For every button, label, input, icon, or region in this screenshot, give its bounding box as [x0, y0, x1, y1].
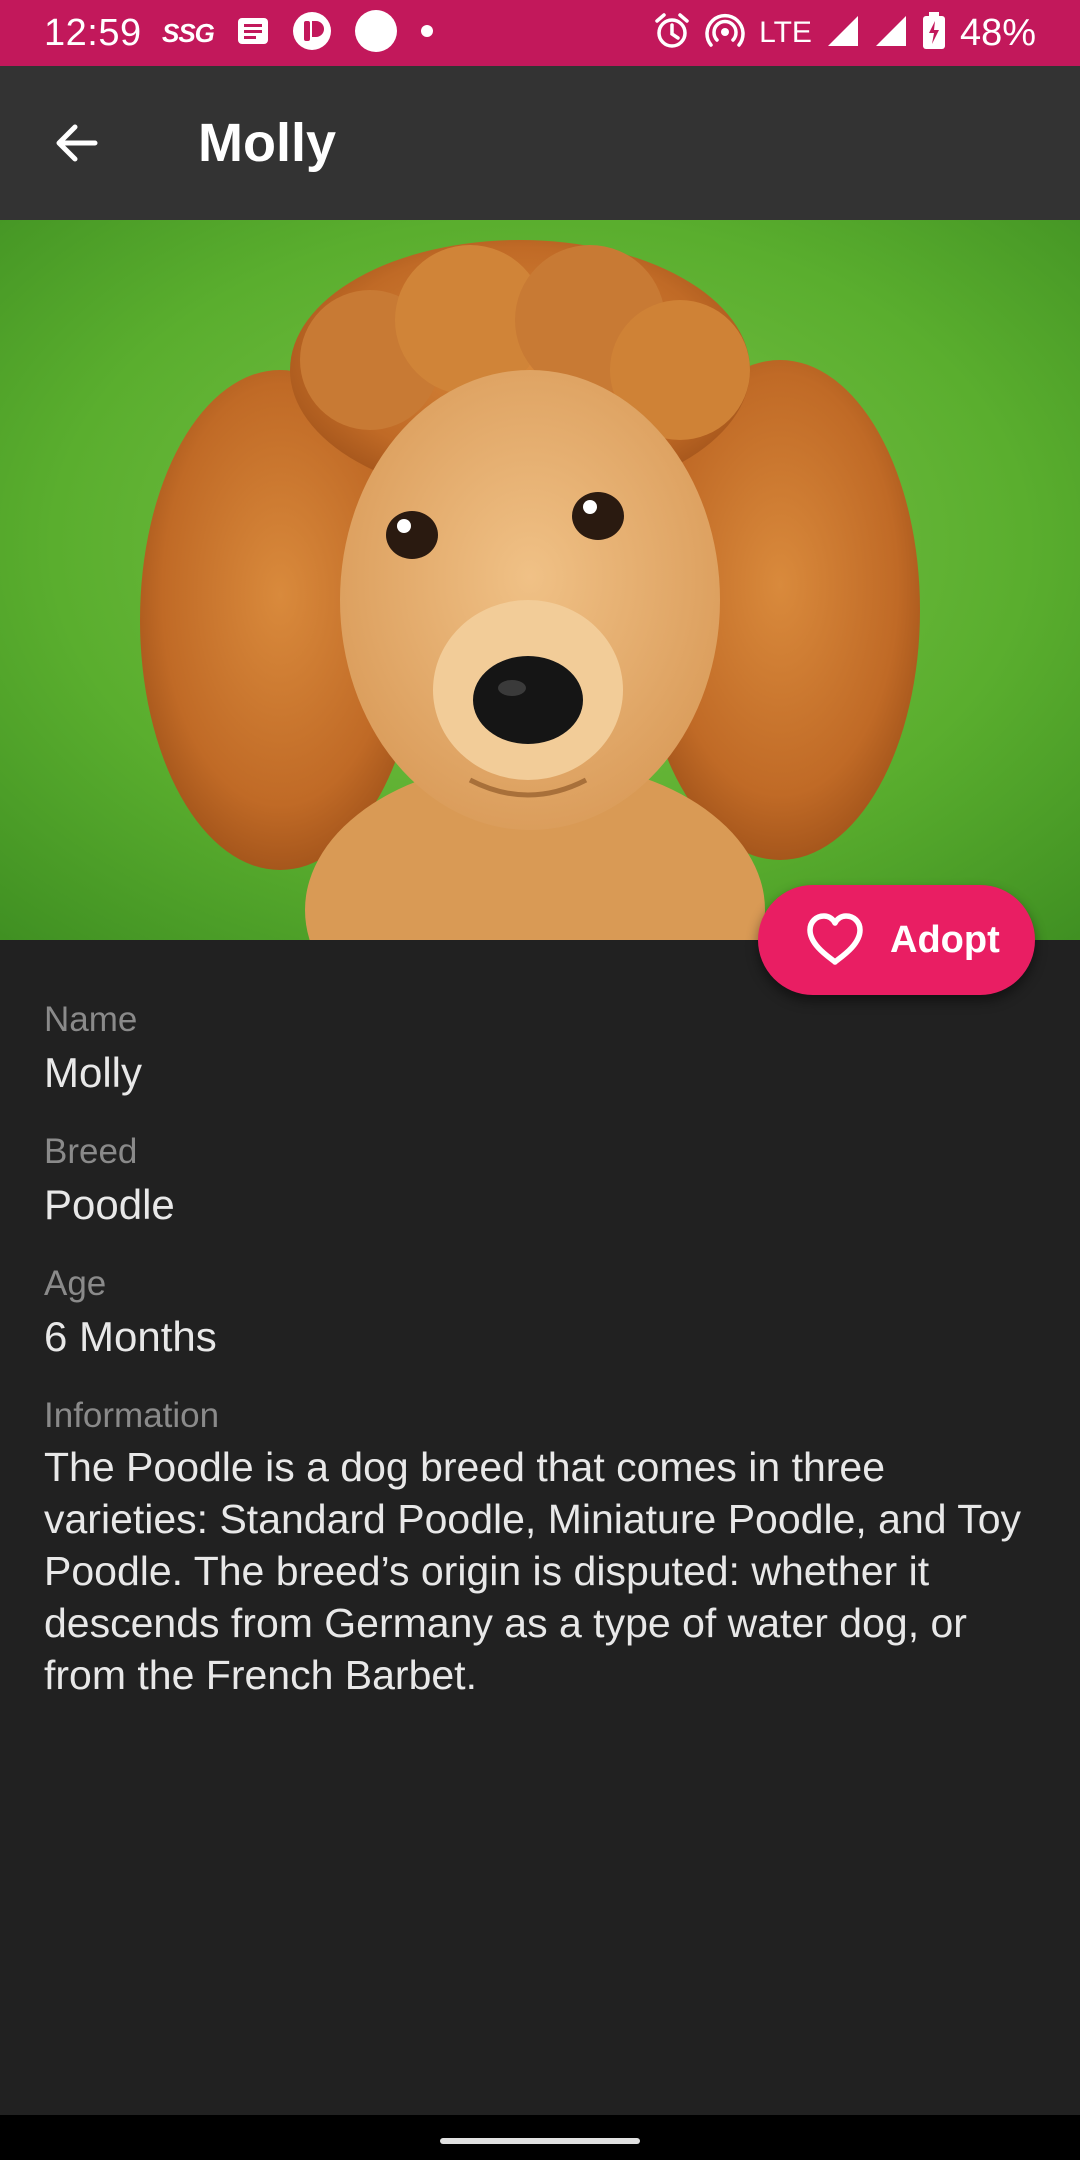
signal-icon-2 — [874, 14, 908, 53]
signal-icon — [826, 14, 860, 53]
dog-photo — [0, 220, 1080, 940]
breed-label: Breed — [44, 1132, 138, 1171]
name-label: Name — [44, 1000, 138, 1039]
circle-icon — [354, 9, 398, 58]
age-label: Age — [44, 1264, 107, 1303]
app-bar: Molly — [0, 66, 1080, 220]
battery-charging-icon — [922, 11, 946, 55]
notification-icons: SSG — [162, 9, 434, 58]
adopt-button[interactable]: Adopt — [758, 885, 1035, 995]
information-label: Information — [44, 1396, 220, 1435]
app-badge-icon — [292, 11, 332, 56]
hotspot-icon — [705, 12, 745, 55]
alarm-icon — [653, 12, 691, 55]
navigation-bar — [0, 2115, 1080, 2160]
status-time: 12:59 — [44, 12, 142, 54]
status-bar: 12:59 SSG LTE 48% — [0, 0, 1080, 66]
age-value: 6 Months — [44, 1313, 217, 1360]
page-title: Molly — [198, 113, 337, 173]
network-type: LTE — [759, 16, 812, 49]
dot-icon — [420, 24, 434, 43]
carrier-badge: SSG — [162, 17, 215, 48]
dog-detail-screen: 12:59 SSG LTE 48% Molly Adopt Name Molly… — [0, 0, 1080, 2160]
name-value: Molly — [44, 1049, 143, 1096]
dog-details: Name Molly Breed Poodle Age 6 Months Inf… — [44, 995, 1036, 1701]
back-button[interactable] — [36, 103, 116, 183]
adopt-label: Adopt — [890, 919, 1000, 961]
system-icons: LTE 48% — [653, 8, 1036, 58]
home-indicator[interactable] — [440, 2138, 640, 2144]
arrow-left-icon — [56, 124, 98, 162]
battery-percent: 48% — [959, 12, 1036, 54]
news-icon — [236, 16, 270, 51]
information-text: The Poodle is a dog breed that comes in … — [44, 1444, 1022, 1698]
heart-outline-icon — [807, 913, 863, 965]
poodle-illustration — [0, 220, 1080, 940]
breed-value: Poodle — [44, 1181, 175, 1228]
